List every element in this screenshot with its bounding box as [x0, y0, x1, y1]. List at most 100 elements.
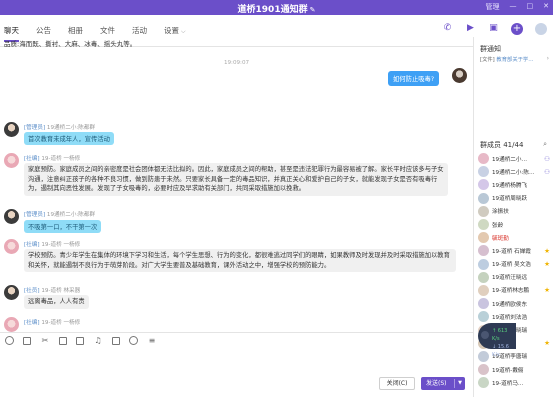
phone-icon[interactable]: ✆	[442, 23, 453, 34]
member-avatar[interactable]	[478, 232, 489, 244]
chevron-right-icon[interactable]: ›	[547, 55, 549, 62]
sender-name[interactable]: [管理员] 19通桥二小:陈都群	[24, 123, 95, 131]
screenshot-icon[interactable]	[112, 336, 120, 345]
scissors-icon[interactable]: ✂	[40, 336, 50, 346]
member-row[interactable]: 19道桥刘法浩	[478, 310, 552, 323]
self-avatar[interactable]	[452, 68, 467, 83]
send-button[interactable]: 发送(S) ▼	[421, 377, 465, 390]
member-row[interactable]: 张龄	[478, 218, 552, 231]
emoji-icon[interactable]	[5, 336, 14, 345]
star-icon: ★	[544, 260, 550, 269]
sender-role: [社员]	[24, 288, 40, 294]
avatar[interactable]	[4, 239, 19, 254]
member-row[interactable]: 19道桥-戴俪	[478, 363, 552, 376]
sender-name[interactable]: [社编] 19-道桥 一杨修	[24, 240, 80, 248]
notice-title: 群通知	[480, 45, 501, 53]
edit-icon[interactable]: ✎	[310, 6, 316, 14]
member-avatar[interactable]	[478, 311, 489, 323]
member-row[interactable]: 19通桥二小… ⚇	[478, 152, 552, 165]
network-speed-badge[interactable]: ↑ 613 K/s ↓ 15.6 K/s	[478, 323, 516, 358]
upload-value: ↑ 613	[492, 328, 508, 334]
maximize-button[interactable]: □	[527, 2, 534, 12]
sender-role: [管理员]	[24, 125, 46, 131]
voice-icon[interactable]	[129, 336, 138, 345]
close-window-button[interactable]: ✕	[543, 2, 549, 12]
avatar[interactable]	[4, 285, 19, 300]
chat-history[interactable]: 品质:海而既、撕衬、大麻、冰毒、摇头丸等。 19:09:07 如何防止吸毒? […	[0, 37, 473, 332]
manage-button[interactable]: 管理	[486, 2, 500, 12]
sender-role: [管理员]	[24, 212, 46, 218]
group-name[interactable]: 道桥1901通知群	[238, 5, 308, 15]
message-bubble: 家庭预防。家庭成员之间的亲密度是社会团体都无法比拟的。因此，家庭成员之间的帮助，…	[24, 163, 448, 196]
member-row[interactable]: 19道桥周晓跃	[478, 192, 552, 205]
avatar[interactable]	[4, 209, 19, 224]
member-name: 19-道桥 石婵霞	[492, 248, 531, 255]
gif-icon[interactable]	[23, 336, 31, 345]
member-avatar[interactable]	[478, 205, 489, 217]
more-icon[interactable]: ≡	[147, 336, 157, 346]
sender-name[interactable]: [社员] 19-道桥 林采器	[24, 286, 80, 294]
notice-link: 教育部关于学…	[496, 57, 534, 63]
sender-role: [社编]	[24, 320, 40, 326]
member-name: 19-道桥 吴文浩	[492, 262, 531, 269]
avatar[interactable]	[4, 153, 19, 168]
member-avatar[interactable]	[478, 192, 489, 204]
message-input[interactable]	[0, 348, 473, 374]
member-avatar[interactable]	[478, 377, 489, 389]
sender-label: 19通桥二小:陈都群	[45, 125, 96, 131]
sender-name[interactable]: [管理员] 19通桥二小:陈都群	[24, 210, 95, 218]
member-avatar[interactable]	[478, 153, 489, 165]
message-bubble: 不吸第一口，不干第一次	[24, 220, 102, 233]
screen-share-icon[interactable]: ▣	[488, 23, 499, 34]
member-avatar[interactable]	[478, 284, 489, 296]
star-icon: ★	[544, 286, 550, 295]
member-row[interactable]: 19-道桥 石婵霞 ★	[478, 244, 552, 257]
sender-name[interactable]: [社编] 19-道桥 一杨修	[24, 154, 80, 162]
title-bar: 道桥1901通知群 ✎ 管理 — □ ✕	[0, 0, 553, 15]
member-avatar[interactable]	[478, 298, 489, 310]
avatar[interactable]	[4, 317, 19, 332]
chevron-down-icon[interactable]: ▼	[458, 377, 462, 390]
member-avatar[interactable]	[478, 245, 489, 257]
notice-preview[interactable]: [文件] 教育部关于学…	[480, 55, 534, 63]
minimize-button[interactable]: —	[510, 2, 517, 12]
folder-icon[interactable]	[59, 336, 67, 345]
video-icon[interactable]: ▶	[465, 23, 476, 34]
search-icon[interactable]: ⌕	[543, 140, 547, 149]
member-row[interactable]: 19-道桥马…	[478, 376, 552, 389]
member-row[interactable]: 19-道桥林志鹏 ★	[478, 284, 552, 297]
sender-name[interactable]: [社编] 19-道桥 一杨修	[24, 318, 80, 326]
member-row[interactable]: 毓斑勤	[478, 231, 552, 244]
sender-label: 19通桥二小:陈都群	[45, 212, 96, 218]
member-avatar[interactable]	[478, 219, 489, 231]
member-avatar[interactable]	[478, 258, 489, 270]
sender-label: 19-道桥 一杨修	[39, 242, 81, 248]
member-avatar[interactable]	[478, 350, 489, 362]
member-avatar[interactable]	[478, 166, 489, 178]
member-row[interactable]: 19通桥欧侯东	[478, 297, 552, 310]
close-button[interactable]: 关闭(C)	[379, 377, 415, 390]
upload-unit: K/s	[492, 336, 500, 342]
add-icon[interactable]: +	[511, 23, 523, 35]
person-icon: ⚇	[544, 167, 550, 176]
member-name: 19-道桥林志鹏	[492, 288, 530, 295]
member-avatar[interactable]	[478, 364, 489, 376]
send-label: 发送(S)	[426, 380, 447, 387]
member-row[interactable]: 19通桥二小:陈… ⚇	[478, 165, 552, 178]
image-icon[interactable]	[76, 336, 84, 345]
member-row[interactable]: 19-道桥 吴文浩 ★	[478, 258, 552, 271]
member-avatar[interactable]	[478, 179, 489, 191]
member-row[interactable]: 19通桥杨腾飞	[478, 178, 552, 191]
member-row[interactable]: 涂振扶	[478, 205, 552, 218]
message-bubble: 远离毒品，人人有责	[24, 295, 89, 309]
member-name: 19通桥二小:陈…	[492, 169, 534, 176]
avatar-icon[interactable]	[535, 23, 547, 35]
divider	[454, 379, 455, 388]
download-value: ↓ 15.6	[492, 344, 509, 350]
member-row[interactable]: 19道桥汪晓远	[478, 271, 552, 284]
avatar[interactable]	[4, 122, 19, 137]
download-speed: ↓ 15.6 K/s	[492, 343, 516, 359]
music-icon[interactable]: ♫	[93, 336, 103, 346]
member-name: 19通桥欧侯东	[492, 301, 528, 308]
member-avatar[interactable]	[478, 271, 489, 283]
